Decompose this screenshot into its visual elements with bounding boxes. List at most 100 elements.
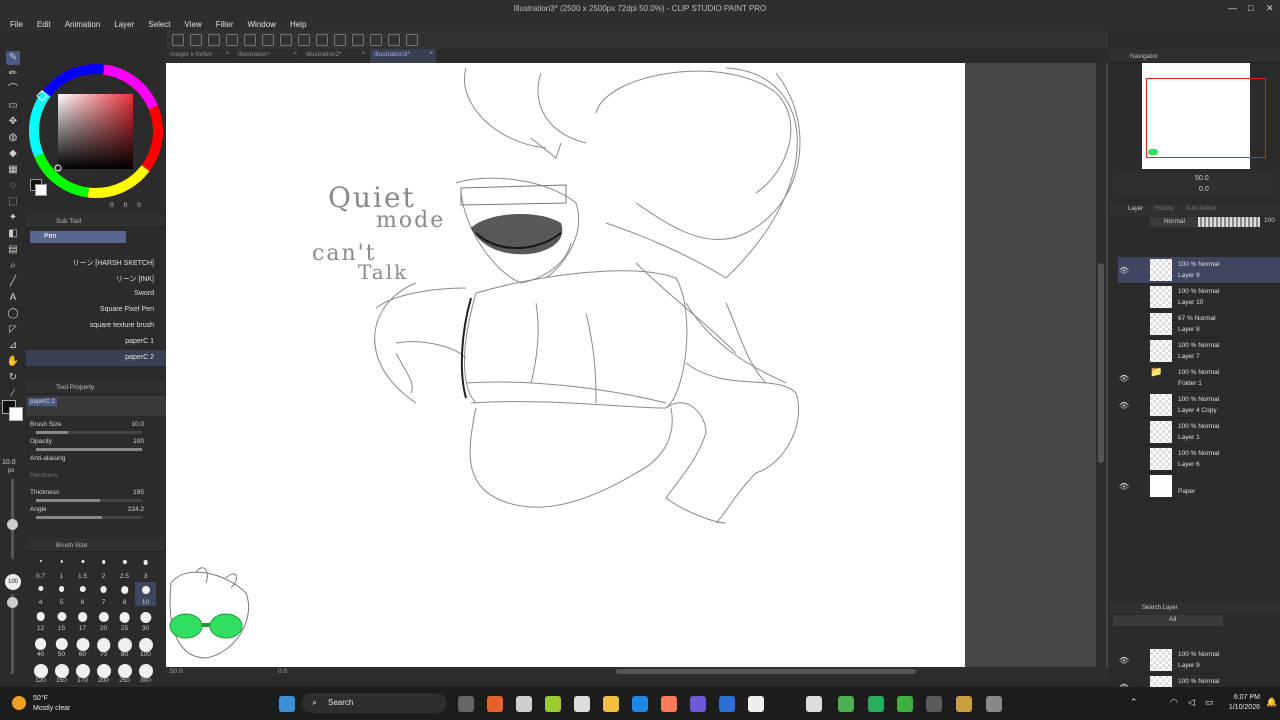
anti-aliasing-row[interactable]: Anti-aliasing: [26, 452, 166, 469]
navigator-zoom[interactable]: 50.0: [1195, 175, 1209, 182]
frame-tool-icon[interactable]: ◸: [6, 323, 20, 337]
menu-file[interactable]: File: [10, 20, 23, 29]
thickness-row[interactable]: Thickness 195: [26, 486, 166, 503]
menu-view[interactable]: View: [185, 20, 202, 29]
figure-tool-icon[interactable]: ╱: [6, 275, 20, 289]
ruler-tool-icon[interactable]: ⊿: [6, 339, 20, 353]
thickness-slider[interactable]: [36, 499, 142, 502]
fill-icon[interactable]: [298, 34, 310, 46]
rotation-value[interactable]: 0.0: [278, 668, 287, 675]
brush-size-option[interactable]: 3: [135, 556, 156, 580]
app-icon-4[interactable]: [690, 696, 706, 712]
tray-chevron-icon[interactable]: ⌃: [1130, 697, 1138, 708]
brush-tool-icon[interactable]: ⌒: [6, 83, 20, 97]
property-value[interactable]: 100: [133, 438, 144, 445]
layer-thumbnail[interactable]: [1150, 448, 1172, 470]
gradient-tool-icon[interactable]: ▤: [6, 243, 20, 257]
text-tool-icon[interactable]: A: [6, 291, 20, 305]
layer-thumbnail[interactable]: [1150, 340, 1172, 362]
zoom-tool-icon[interactable]: ⌕: [6, 259, 20, 273]
clear-icon[interactable]: [334, 34, 346, 46]
brush-size-option[interactable]: 0.7: [30, 556, 51, 580]
close-icon[interactable]: ✕: [1266, 3, 1274, 14]
mail-icon[interactable]: [719, 696, 735, 712]
new-icon[interactable]: [190, 34, 202, 46]
eyedropper-tool-icon[interactable]: ⁄: [6, 387, 20, 401]
fill-tool-icon[interactable]: ◆: [6, 147, 20, 161]
brush-size-option[interactable]: 7: [93, 582, 114, 606]
sub-color-swatch[interactable]: [9, 407, 23, 421]
transform-icon[interactable]: [316, 34, 328, 46]
store-icon[interactable]: [748, 696, 764, 712]
brush-size-option[interactable]: 8: [114, 582, 135, 606]
menu-animation[interactable]: Animation: [65, 20, 101, 29]
clock-time[interactable]: 6:07 PM: [1225, 694, 1260, 701]
blend-tool-icon[interactable]: ◍: [6, 131, 20, 145]
pen-tool-icon[interactable]: ✎: [6, 51, 20, 65]
property-value[interactable]: 224.2: [128, 506, 144, 513]
move-tool-icon[interactable]: ✥: [6, 115, 20, 129]
ruler-icon[interactable]: [352, 34, 364, 46]
brush-harsh-sketch[interactable]: リーン [HARSH SKETCH]: [26, 254, 166, 270]
property-value[interactable]: 195: [133, 489, 144, 496]
brush-size-option[interactable]: 40: [30, 634, 51, 658]
brush-size-option[interactable]: 30: [135, 608, 156, 632]
brush-square-texture[interactable]: square texture brush: [26, 318, 166, 334]
angle-row[interactable]: Angle 224.2: [26, 503, 166, 520]
layer-opacity-value[interactable]: 100: [1264, 217, 1275, 224]
tab-illustration[interactable]: Illustration* ×: [234, 49, 300, 63]
brush-size-option[interactable]: 250: [114, 660, 135, 684]
brush-size-row[interactable]: Brush Size 10.0: [26, 418, 166, 435]
bucket-tool-icon[interactable]: ◧: [6, 227, 20, 241]
file-explorer-icon[interactable]: [603, 696, 619, 712]
hardness-row[interactable]: Hardness: [26, 469, 166, 486]
brush-size-option[interactable]: 300: [135, 660, 156, 684]
layer-visibility-eye-icon[interactable]: 👁: [1118, 374, 1130, 383]
horizontal-scroll-thumb[interactable]: [616, 669, 916, 674]
weather-icon[interactable]: [12, 696, 26, 710]
menu-layer[interactable]: Layer: [114, 20, 134, 29]
layer-visibility-eye-icon[interactable]: 👁: [1118, 482, 1130, 491]
wifi-icon[interactable]: ◠: [1170, 697, 1178, 708]
menu-window[interactable]: Window: [248, 20, 276, 29]
brush-paperc-2[interactable]: paperC 2: [26, 350, 166, 366]
grid-tool-icon[interactable]: ▦: [6, 163, 20, 177]
subtool-group-pen[interactable]: Pen: [30, 231, 126, 243]
navigator-rotation[interactable]: 0.0: [1199, 186, 1209, 193]
vertical-scroll-thumb[interactable]: [1098, 263, 1104, 463]
paper-layer-row[interactable]: 👁 Paper: [1118, 473, 1280, 500]
undo-icon[interactable]: [244, 34, 256, 46]
brush-size-option[interactable]: 15: [51, 608, 72, 632]
brush-size-option[interactable]: 150: [51, 660, 72, 684]
brush-square-pixel-pen[interactable]: Square Pixel Pen: [26, 302, 166, 318]
app-icon-7[interactable]: [926, 696, 942, 712]
firefox-icon[interactable]: [487, 696, 503, 712]
brush-paperc-1[interactable]: paperC 1: [26, 334, 166, 350]
brush-size-option[interactable]: 200: [93, 660, 114, 684]
brush-size-option[interactable]: 1.5: [72, 556, 93, 580]
redo-icon[interactable]: [262, 34, 274, 46]
brush-size-option[interactable]: 4: [30, 582, 51, 606]
color-wheel[interactable]: [26, 61, 166, 211]
brush-size-option[interactable]: 80: [114, 634, 135, 658]
task-view-icon[interactable]: [458, 696, 474, 712]
clock-date[interactable]: 1/10/2026: [1222, 704, 1260, 711]
vertical-scrollbar[interactable]: [1096, 63, 1106, 671]
folder-icon[interactable]: 📁: [1150, 367, 1172, 389]
angle-slider[interactable]: [36, 516, 142, 519]
volume-icon[interactable]: ◁: [1188, 697, 1195, 708]
layer-visibility-eye-icon[interactable]: 👁: [1118, 656, 1130, 665]
layer-opacity-slider[interactable]: [1198, 217, 1260, 227]
opacity-slider[interactable]: [36, 448, 142, 451]
tab-layer[interactable]: Layer: [1128, 206, 1143, 216]
brush-size-option[interactable]: 170: [72, 660, 93, 684]
opacity-row[interactable]: Opacity 100: [26, 435, 166, 452]
save-icon[interactable]: [226, 34, 238, 46]
close-tab-icon[interactable]: ×: [225, 51, 229, 57]
brush-ink[interactable]: リーン [INK]: [26, 270, 166, 286]
weather-desc[interactable]: Mostly clear: [33, 705, 70, 712]
layer-thumbnail[interactable]: [1150, 286, 1172, 308]
brush-size-option[interactable]: 12: [30, 608, 51, 632]
rotate-tool-icon[interactable]: ↻: [6, 371, 20, 385]
brush-size-slider[interactable]: [36, 431, 142, 434]
